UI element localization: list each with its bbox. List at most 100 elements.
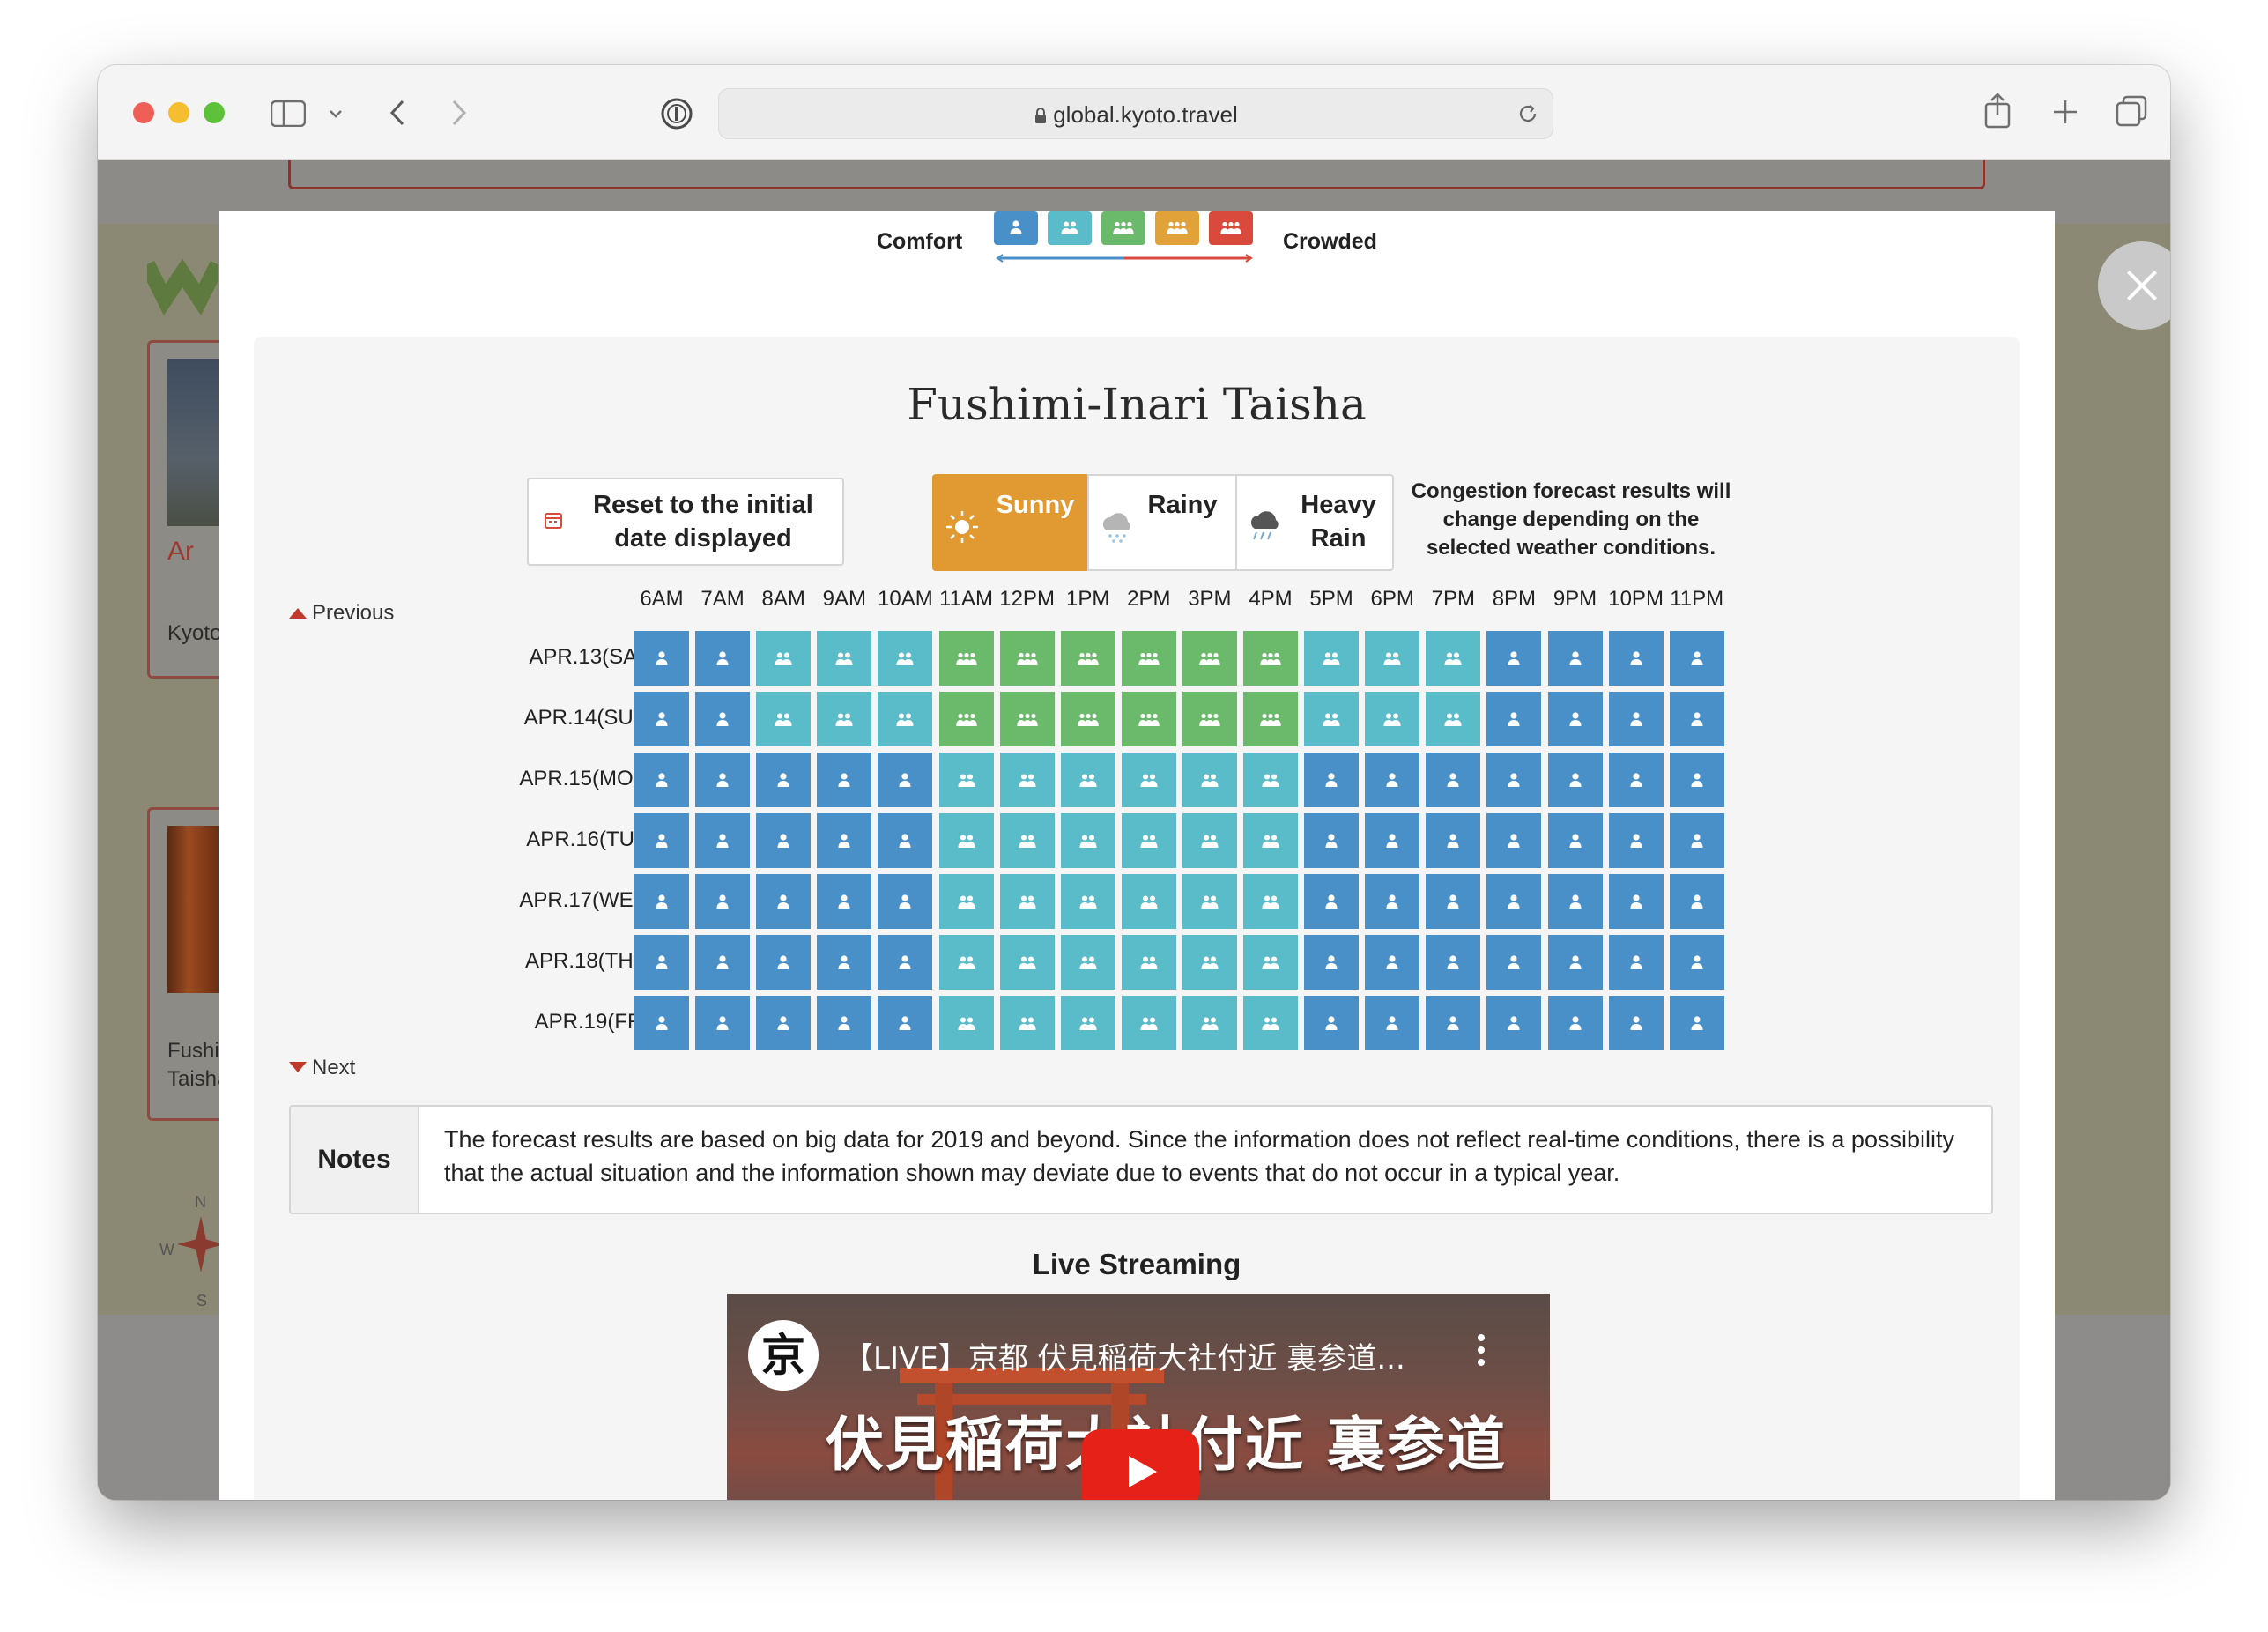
forecast-cell[interactable] [634, 996, 689, 1050]
forecast-cell[interactable] [1486, 874, 1542, 929]
forecast-cell[interactable] [1243, 996, 1298, 1050]
forecast-cell[interactable] [1426, 935, 1481, 990]
forecast-cell[interactable] [938, 874, 994, 929]
forecast-cell[interactable] [695, 935, 751, 990]
forecast-cell[interactable] [1547, 996, 1603, 1050]
password-manager-icon[interactable] [660, 97, 693, 130]
forecast-cell[interactable] [1426, 996, 1481, 1050]
forecast-cell[interactable] [878, 996, 933, 1050]
forecast-cell[interactable] [695, 996, 751, 1050]
forecast-cell[interactable] [1182, 874, 1237, 929]
forecast-cell[interactable] [1243, 874, 1298, 929]
forecast-cell[interactable] [1243, 813, 1298, 868]
forecast-cell[interactable] [1243, 631, 1298, 686]
forecast-cell[interactable] [1182, 692, 1237, 746]
forecast-cell[interactable] [1486, 753, 1542, 807]
forecast-cell[interactable] [1669, 996, 1724, 1050]
forecast-cell[interactable] [1426, 813, 1481, 868]
forecast-cell[interactable] [1243, 692, 1298, 746]
forecast-cell[interactable] [1486, 813, 1542, 868]
forecast-cell[interactable] [695, 874, 751, 929]
forecast-cell[interactable] [1547, 631, 1603, 686]
forecast-cell[interactable] [1608, 813, 1664, 868]
forecast-cell[interactable] [878, 813, 933, 868]
forecast-cell[interactable] [1547, 753, 1603, 807]
forecast-cell[interactable] [1365, 753, 1420, 807]
share-icon[interactable] [1983, 92, 2012, 129]
reset-date-button[interactable]: Reset to the initial date displayed [527, 478, 844, 566]
forecast-cell[interactable] [1365, 935, 1420, 990]
forecast-cell[interactable] [938, 813, 994, 868]
forecast-cell[interactable] [999, 753, 1055, 807]
forecast-cell[interactable] [1608, 753, 1664, 807]
forecast-cell[interactable] [756, 753, 812, 807]
more-options-icon[interactable] [1478, 1332, 1485, 1368]
forecast-cell[interactable] [878, 692, 933, 746]
forecast-cell[interactable] [1608, 996, 1664, 1050]
forecast-cell[interactable] [634, 874, 689, 929]
forecast-cell[interactable] [756, 692, 812, 746]
forecast-cell[interactable] [999, 692, 1055, 746]
forecast-cell[interactable] [1426, 631, 1481, 686]
play-button[interactable] [1081, 1429, 1199, 1500]
forecast-cell[interactable] [695, 631, 751, 686]
chevron-down-icon[interactable] [329, 109, 343, 120]
forecast-cell[interactable] [756, 996, 812, 1050]
forecast-cell[interactable] [695, 813, 751, 868]
forecast-cell[interactable] [817, 935, 872, 990]
forecast-cell[interactable] [1608, 874, 1664, 929]
forecast-cell[interactable] [817, 753, 872, 807]
forecast-cell[interactable] [1426, 692, 1481, 746]
forecast-cell[interactable] [1060, 874, 1115, 929]
forecast-cell[interactable] [1243, 935, 1298, 990]
forecast-cell[interactable] [1426, 753, 1481, 807]
forecast-cell[interactable] [1060, 753, 1115, 807]
forecast-cell[interactable] [938, 753, 994, 807]
address-bar[interactable]: global.kyoto.travel [718, 88, 1553, 139]
forecast-cell[interactable] [1669, 692, 1724, 746]
forecast-cell[interactable] [1365, 631, 1420, 686]
forecast-cell[interactable] [817, 692, 872, 746]
back-icon[interactable] [389, 99, 406, 127]
forecast-cell[interactable] [878, 631, 933, 686]
channel-logo[interactable]: 京 [748, 1320, 819, 1391]
live-video-player[interactable]: 京 【LIVE】京都 伏見稲荷大社付近 裏参道... 伏見稲荷大社付近 裏参道 [727, 1294, 1550, 1500]
weather-rainy-button[interactable]: Rainy [1087, 474, 1239, 571]
forecast-cell[interactable] [1182, 935, 1237, 990]
forecast-cell[interactable] [1669, 753, 1724, 807]
forecast-cell[interactable] [1060, 996, 1115, 1050]
zoom-window-button[interactable] [204, 102, 225, 123]
forecast-cell[interactable] [1060, 692, 1115, 746]
forecast-cell[interactable] [1304, 631, 1360, 686]
url-text[interactable]: global.kyoto.travel [719, 101, 1553, 129]
forecast-cell[interactable] [938, 692, 994, 746]
forecast-cell[interactable] [999, 631, 1055, 686]
forecast-cell[interactable] [999, 813, 1055, 868]
forecast-cell[interactable] [1182, 753, 1237, 807]
forecast-cell[interactable] [695, 753, 751, 807]
forecast-cell[interactable] [1121, 813, 1176, 868]
sidebar-icon[interactable] [271, 100, 306, 127]
forecast-cell[interactable] [1304, 813, 1360, 868]
forecast-cell[interactable] [1304, 753, 1360, 807]
forecast-cell[interactable] [695, 692, 751, 746]
forward-icon[interactable] [450, 99, 468, 127]
forecast-cell[interactable] [1121, 692, 1176, 746]
forecast-cell[interactable] [999, 996, 1055, 1050]
forecast-cell[interactable] [817, 813, 872, 868]
forecast-cell[interactable] [938, 996, 994, 1050]
new-tab-icon[interactable] [2052, 99, 2079, 125]
forecast-cell[interactable] [1304, 874, 1360, 929]
forecast-cell[interactable] [1121, 753, 1176, 807]
forecast-cell[interactable] [1060, 813, 1115, 868]
forecast-cell[interactable] [1365, 813, 1420, 868]
forecast-cell[interactable] [1547, 935, 1603, 990]
forecast-cell[interactable] [1486, 692, 1542, 746]
forecast-cell[interactable] [1304, 692, 1360, 746]
forecast-cell[interactable] [1608, 692, 1664, 746]
forecast-cell[interactable] [634, 753, 689, 807]
forecast-cell[interactable] [1547, 692, 1603, 746]
forecast-cell[interactable] [1182, 631, 1237, 686]
forecast-cell[interactable] [817, 631, 872, 686]
weather-sunny-button[interactable]: Sunny [932, 474, 1091, 571]
